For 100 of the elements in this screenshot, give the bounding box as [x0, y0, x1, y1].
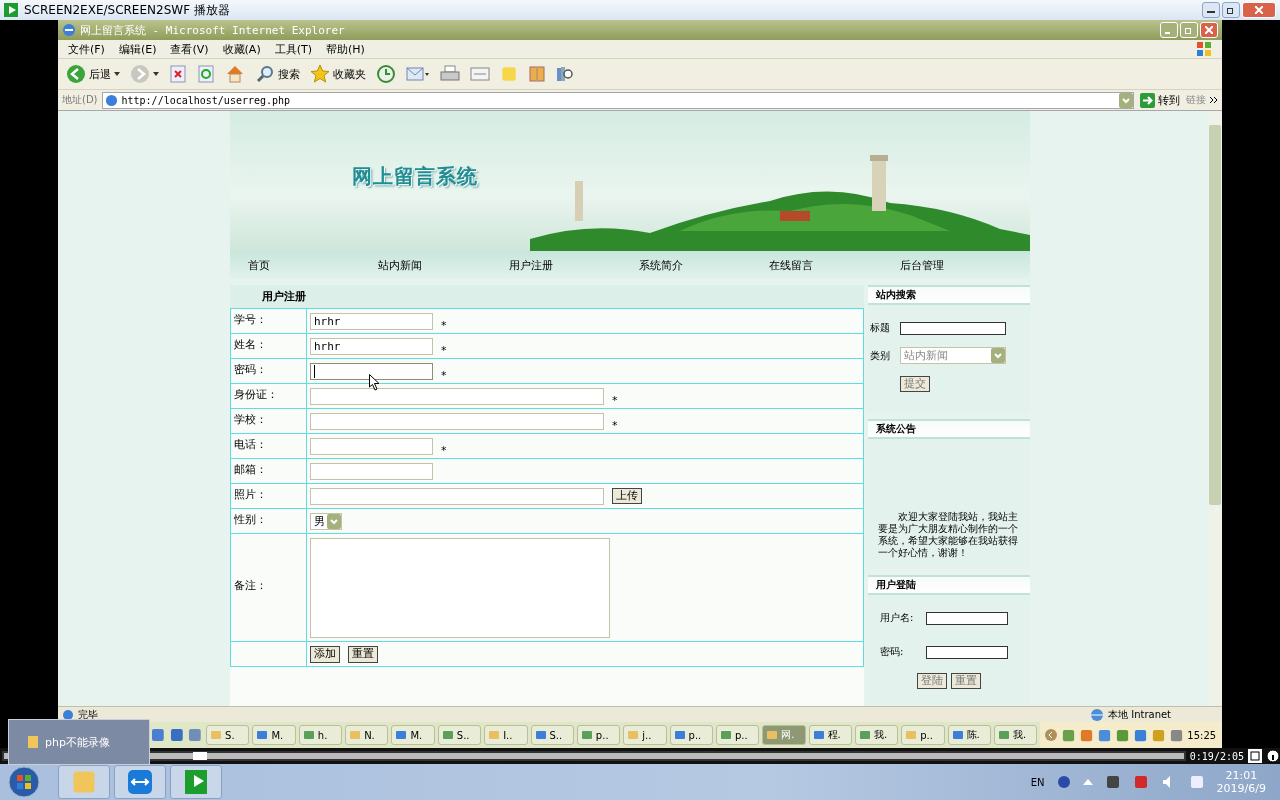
info-icon[interactable] — [1266, 749, 1280, 763]
help-icon[interactable] — [1056, 775, 1071, 789]
fullscreen-icon[interactable] — [1248, 749, 1262, 763]
taskbar-app[interactable] — [58, 765, 110, 799]
language-indicator[interactable]: EN — [1030, 776, 1045, 788]
window-icon — [858, 729, 871, 741]
taskbar-task[interactable]: I.. — [484, 725, 528, 745]
go-button[interactable]: 转到 — [1138, 90, 1182, 110]
toolbar-button[interactable] — [526, 63, 548, 85]
text-input[interactable] — [310, 412, 604, 430]
tray-icon — [1132, 774, 1149, 790]
text-input[interactable] — [310, 462, 433, 480]
taskbar-task[interactable]: S. — [206, 725, 250, 745]
taskbar-task[interactable]: S.. — [437, 725, 482, 745]
menu-item[interactable]: 文件(F) — [64, 41, 109, 57]
window-icon — [210, 729, 223, 741]
form-button[interactable]: 重置 — [348, 645, 378, 663]
address-field[interactable]: http://localhost/userreg.php — [101, 91, 1134, 109]
close-button[interactable] — [1242, 2, 1276, 18]
menu-item[interactable]: 收藏(A) — [218, 41, 265, 57]
window-icon — [580, 729, 593, 741]
text-caret — [314, 365, 315, 378]
password-input[interactable] — [310, 362, 433, 380]
window-icon — [719, 729, 732, 741]
password-input[interactable] — [926, 645, 1008, 659]
window-title: 网上留言系统 - Microsoft Internet Explorer — [80, 22, 345, 38]
taskbar-task[interactable]: M. — [252, 725, 296, 745]
tray-up-arrow-icon[interactable] — [1082, 778, 1093, 786]
taskbar-task[interactable]: 陈. — [947, 725, 991, 745]
nav-link[interactable]: 后台管理 — [899, 257, 1030, 273]
toolbar-button[interactable] — [195, 63, 217, 85]
taskbar-task[interactable]: p.. — [901, 725, 945, 745]
username-input[interactable] — [926, 611, 1008, 625]
text-input[interactable]: hrhr — [310, 312, 433, 330]
window-icon — [534, 729, 547, 741]
taskbar-task[interactable]: N. — [345, 725, 389, 745]
menu-item[interactable]: 工具(T) — [270, 41, 316, 57]
nav-link[interactable]: 首页 — [248, 257, 379, 273]
form-button[interactable]: 添加 — [310, 645, 340, 663]
folder-icon — [27, 735, 39, 749]
text-input[interactable] — [310, 437, 433, 455]
menu-item[interactable]: 帮助(H) — [322, 41, 369, 57]
text-input[interactable] — [310, 387, 604, 405]
close-button[interactable] — [1200, 22, 1218, 38]
login-button[interactable]: 重置 — [951, 673, 981, 689]
minimize-button[interactable] — [1202, 2, 1220, 18]
taskbar-task[interactable]: S.. — [530, 725, 574, 745]
history-icon — [376, 64, 396, 84]
address-label: 地址(D) — [62, 93, 98, 107]
close-icon — [1255, 6, 1263, 14]
tray-icon — [1133, 727, 1149, 743]
nav-link[interactable]: 用户注册 — [508, 257, 639, 273]
window-icon — [441, 729, 454, 741]
toolbar-button[interactable] — [374, 62, 398, 86]
toolbar-button[interactable] — [167, 63, 189, 85]
taskbar-task[interactable]: p.. — [576, 725, 621, 745]
toolbar-button[interactable]: 收藏夹 — [308, 62, 368, 86]
category-select[interactable]: 站内新闻 — [900, 347, 1006, 364]
menu-item[interactable]: 编辑(E) — [114, 41, 161, 57]
toolbar-button[interactable]: 后退 — [64, 62, 122, 86]
field-label: 性别： — [234, 511, 267, 527]
text-input[interactable]: hrhr — [310, 337, 433, 355]
file-path-input[interactable] — [310, 487, 604, 505]
gender-select[interactable]: 男 — [310, 512, 342, 530]
taskbar-task[interactable]: p.. — [669, 725, 713, 745]
zone-text: 本地 Intranet — [1108, 707, 1173, 722]
nav-link[interactable]: 在线留言 — [769, 257, 900, 273]
search-icon — [255, 64, 275, 84]
panel-title: 系统公告 — [876, 422, 916, 436]
taskbar-task[interactable]: 程. — [808, 725, 852, 745]
playback-time: 0:19/2:05 — [1189, 750, 1244, 762]
window-title: SCREEN2EXE/SCREEN2SWF 播放器 — [24, 1, 230, 19]
upload-button[interactable]: 上传 — [612, 488, 642, 504]
field-label: 标题 — [870, 321, 890, 335]
research-icon — [556, 65, 574, 83]
login-button[interactable]: 登陆 — [917, 673, 947, 689]
taskbar-app[interactable] — [114, 765, 166, 799]
envelope-icon — [406, 65, 430, 83]
clock-date: 2019/6/9 — [1216, 782, 1266, 795]
taskbar-app[interactable] — [170, 765, 222, 799]
tray-icon — [1104, 774, 1121, 790]
taskbar-task[interactable]: h. — [298, 725, 343, 745]
network-icon — [1188, 774, 1205, 790]
taskbar-task[interactable]: 我. — [993, 725, 1038, 745]
field-label: 用户名: — [880, 611, 915, 625]
submit-button[interactable]: 提交 — [900, 376, 930, 392]
menu-item[interactable]: 查看(V) — [166, 41, 213, 57]
taskbar-task[interactable]: p.. — [715, 725, 760, 745]
restore-button[interactable] — [1222, 2, 1240, 18]
toolbar-button[interactable]: 搜索 — [253, 62, 302, 86]
progress-thumb[interactable] — [192, 752, 207, 760]
taskbar-task[interactable]: 我. — [854, 725, 899, 745]
taskbar-task[interactable]: M. — [391, 725, 435, 745]
title-input[interactable] — [900, 321, 1006, 335]
required-mark: * — [441, 368, 447, 382]
window-icon — [673, 729, 686, 741]
remarks-textarea[interactable] — [310, 537, 610, 638]
taskbar-task[interactable]: j.. — [623, 725, 667, 745]
nav-link[interactable]: 站内新闻 — [378, 257, 509, 273]
nav-link[interactable]: 系统简介 — [639, 257, 770, 273]
